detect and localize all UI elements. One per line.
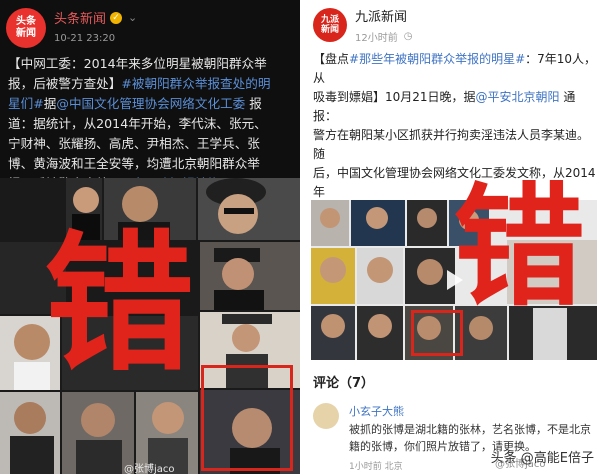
- post-text-line: 报，后被警方查处】#被朝阳群众举报查处的明: [8, 74, 294, 94]
- post-text: 【中网工委：2014年来多位明星被朝阳群众举 报，后被警方查处】#被朝阳群众举报查…: [8, 54, 294, 194]
- post-text-line: 道：据统计，从2014年开始，李代沫、张元、: [8, 114, 294, 134]
- text-segment: 报: [245, 96, 262, 111]
- wrong-mark-right: 错: [453, 171, 585, 325]
- post-text-line: 警方在朝阳某小区抓获并行拘卖淫违法人员李某迪。随: [313, 126, 597, 164]
- avatar-text-2: 新闻: [320, 25, 339, 35]
- source-watermark: 头条 @高能E倍子: [490, 451, 594, 466]
- topic-link[interactable]: #那些年被朝阳群众举报的明星#: [349, 52, 525, 66]
- jiupai-avatar[interactable]: 九派 新闻: [313, 8, 347, 42]
- post-image-collage[interactable]: 错 @张博jaco: [0, 178, 300, 474]
- clock-icon: ◷: [403, 31, 413, 42]
- avatar-text-1: 头条: [16, 16, 36, 27]
- comments-title: 评论（7）: [313, 376, 375, 391]
- screenshot-collage: 头条 新闻 头条新闻 ✓ ⌄ 10-21 23:20 【中网工委：2014年来多…: [0, 0, 600, 474]
- topic-link[interactable]: @中国文化管理协会网络文化工委: [56, 96, 245, 111]
- avatar-text-1: 九派: [320, 15, 339, 25]
- post-text-line: 【中网工委：2014年来多位明星被朝阳群众举: [8, 54, 294, 74]
- text-segment: 【盘点: [313, 52, 350, 66]
- account-name[interactable]: 九派新闻: [355, 6, 412, 25]
- post-time: 12小时前: [355, 33, 398, 44]
- text-segment: 据: [43, 96, 57, 111]
- jiupai-post-panel: 九派 新闻 九派新闻 12小时前 ◷ 【盘点#那些年被朝阳群众举报的明星#：7年…: [305, 0, 600, 474]
- post-header: 九派 新闻 九派新闻 12小时前 ◷: [313, 6, 412, 44]
- post-text-line: 博、黄海波和王全安等，均遭北京朝阳群众举: [8, 154, 294, 174]
- image-watermark: @张博jaco: [124, 464, 175, 474]
- text-segment: 警方在朝阳某小区抓获并行拘卖淫违法人员李某迪。随: [313, 128, 590, 161]
- avatar-text-2: 新闻: [16, 28, 36, 39]
- text-segment: 【中网工委：2014年来多位明星被朝阳群众举: [8, 56, 267, 71]
- chevron-down-icon[interactable]: ⌄: [128, 11, 137, 24]
- topic-link[interactable]: @平安北京朝阳: [476, 90, 560, 104]
- post-text-line: 吸毒到嫖娼】10月21日晚，据@平安北京朝阳 通报：: [313, 88, 597, 126]
- toutiao-post-panel: 头条 新闻 头条新闻 ✓ ⌄ 10-21 23:20 【中网工委：2014年来多…: [0, 0, 300, 474]
- post-text-line: 宁财神、张耀扬、高虎、尹相杰、王学兵、张: [8, 134, 294, 154]
- toutiao-avatar[interactable]: 头条 新闻: [6, 8, 46, 48]
- comment-time: 1小时前 北京: [349, 462, 403, 472]
- post-text-line: 星们#据@中国文化管理协会网络文化工委 报: [8, 94, 294, 114]
- post-time: 10-21 23:20: [54, 33, 116, 44]
- text-segment: 宁财神、张耀扬、高虎、尹相杰、王学兵、张: [8, 136, 260, 151]
- text-segment: 吸毒到嫖娼】10月21日晚，据: [313, 90, 476, 104]
- topic-link[interactable]: 星们#: [8, 96, 44, 111]
- text-segment: 道：据统计，从2014年开始，李代沫、张元、: [8, 116, 267, 131]
- wrong-mark-left: 错: [44, 218, 194, 392]
- account-name[interactable]: 头条新闻: [54, 8, 106, 27]
- post-text-line: 【盘点#那些年被朝阳群众举报的明星#：7年10人，从: [313, 50, 597, 88]
- highlight-box-right: [411, 310, 463, 356]
- commenter-avatar[interactable]: [313, 403, 339, 429]
- topic-link[interactable]: #被朝阳群众举报查处的明: [121, 76, 270, 91]
- verified-badge-icon: ✓: [110, 11, 123, 24]
- text-segment: 博、黄海波和王全安等，均遭北京朝阳群众举: [8, 156, 260, 171]
- highlight-box-left: [201, 365, 293, 471]
- commenter-name[interactable]: 小玄子大熊: [349, 403, 404, 419]
- text-segment: 报，后被警方查处】: [8, 76, 122, 91]
- post-image-collage[interactable]: 错: [311, 182, 597, 360]
- post-header: 头条 新闻 头条新闻 ✓ ⌄ 10-21 23:20: [6, 8, 137, 48]
